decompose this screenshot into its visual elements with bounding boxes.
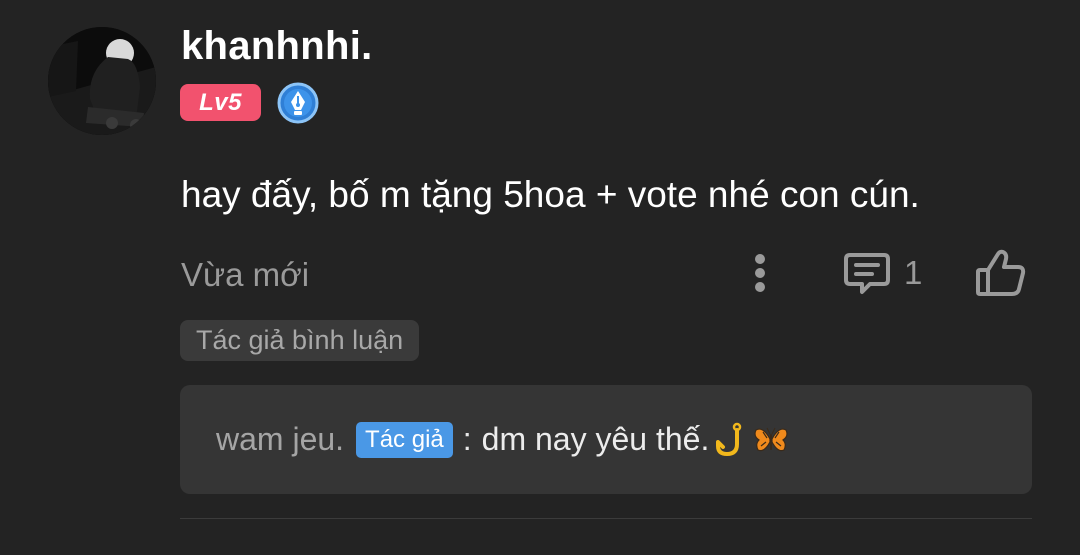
reply-button[interactable]: 1: [842, 250, 922, 296]
reply-author[interactable]: wam jeu.: [216, 421, 344, 458]
avatar-image: [48, 27, 156, 135]
comment-text: hay đấy, bố m tặng 5hoa + vote nhé con c…: [181, 174, 920, 215]
reply-text: dm nay yêu thế.: [481, 421, 710, 457]
avatar[interactable]: [48, 27, 156, 135]
thumbs-up-icon: [976, 249, 1026, 296]
timestamp: Vừa mới: [181, 256, 310, 293]
comment-icon: [844, 253, 890, 294]
more-options-button[interactable]: [740, 250, 780, 296]
reply-count: 1: [904, 254, 923, 291]
username[interactable]: khanhnhi.: [181, 24, 373, 69]
like-button[interactable]: [974, 248, 1028, 298]
author-badge: Tác giả: [356, 421, 453, 458]
reply-preview[interactable]: wam jeu. Tác giả : dm nay yêu thế.: [180, 385, 1032, 494]
level-badge: Lv5: [180, 84, 261, 121]
pen-nib-badge-icon: [277, 82, 319, 124]
comment-card: khanhnhi. Lv5 hay đấy, bố m tặng 5hoa + …: [0, 0, 1080, 555]
reply-separator: :: [462, 421, 472, 457]
divider: [180, 518, 1032, 519]
reply-line: wam jeu. Tác giả : dm nay yêu thế.: [216, 421, 789, 458]
author-comment-tag: Tác giả bình luận: [180, 320, 420, 361]
butterfly-emoji-icon: [754, 427, 788, 451]
hook-emoji-icon: [716, 422, 742, 456]
more-vertical-icon: [755, 254, 765, 292]
